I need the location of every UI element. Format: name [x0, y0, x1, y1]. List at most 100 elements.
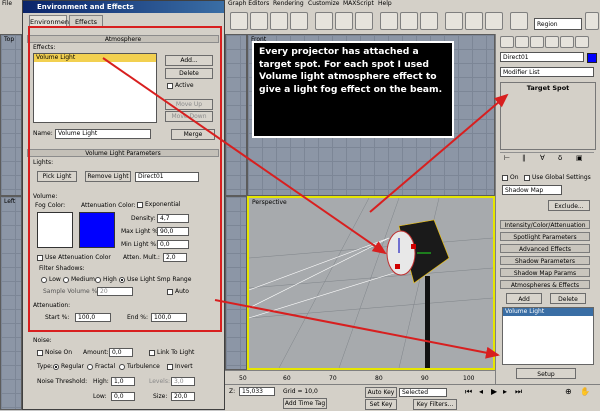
display-tab-icon[interactable] [560, 36, 574, 48]
turbulence-radio[interactable] [119, 364, 125, 370]
go-to-start-icon[interactable]: ⏮ [465, 388, 472, 396]
viewport-left[interactable]: Left [0, 196, 22, 410]
amount-label: Amount: [83, 349, 109, 356]
toolbar-button[interactable] [270, 12, 288, 30]
pan-icon[interactable]: ✋ [580, 388, 590, 396]
modify-tab-icon[interactable] [515, 36, 529, 48]
rollout-spotlight-params[interactable]: Spotlight Parameters [500, 232, 590, 241]
pin-stack-icon[interactable]: ⊢ [504, 154, 510, 162]
toolbar-button[interactable] [400, 12, 418, 30]
rollout-atmospheres-effects[interactable]: Atmospheres & Effects [500, 280, 590, 289]
motion-tab-icon[interactable] [545, 36, 559, 48]
link-to-light-label: Link To Light [157, 349, 195, 356]
stack-item-target-spot[interactable]: Target Spot [501, 83, 595, 93]
shadow-type-dropdown[interactable]: Shadow Map [502, 185, 562, 195]
spotlight-scene [249, 198, 493, 368]
grid-readout: Grid = 10,0 [283, 388, 318, 395]
set-key-button[interactable]: Set Key [365, 399, 397, 410]
menu-help[interactable]: Help [378, 0, 392, 8]
effects-list-item[interactable]: Volume Light [503, 308, 593, 316]
timeline[interactable]: 50 60 70 80 90 100 [225, 370, 495, 385]
toolbar-button[interactable] [465, 12, 483, 30]
rollout-shadow-map-params[interactable]: Shadow Map Params [500, 268, 590, 277]
next-frame-icon[interactable]: ▸ [503, 388, 507, 396]
command-panel: Direct01 Modifier List Target Spot ⊢ ∥ ∀… [495, 34, 600, 384]
timeline-tick: 80 [375, 375, 383, 382]
hierarchy-tab-icon[interactable] [530, 36, 544, 48]
play-icon[interactable]: ▶ [491, 388, 497, 396]
regular-radio[interactable] [53, 364, 59, 370]
toolbar-button[interactable] [485, 12, 503, 30]
setup-button[interactable]: Setup [516, 368, 576, 379]
toolbar-button[interactable] [315, 12, 333, 30]
turbulence-label: Turbulence [127, 363, 160, 370]
menu-file[interactable]: File [2, 0, 12, 8]
key-mode-dropdown[interactable]: Selected [399, 388, 447, 397]
dialog-title: Environment and Effects [23, 1, 224, 13]
menu-graph-editors[interactable]: Graph Editors [228, 0, 269, 8]
auto-key-button[interactable]: Auto Key [365, 387, 397, 398]
toolbar-button[interactable] [250, 12, 268, 30]
zoom-icon[interactable]: ⊕ [565, 388, 572, 396]
menu-customize[interactable]: Customize [308, 0, 340, 8]
high-threshold-field[interactable]: 1,0 [111, 377, 135, 386]
use-global-checkbox[interactable] [524, 175, 530, 181]
timeline-tick: 50 [239, 375, 247, 382]
remove-modifier-icon[interactable]: δ [558, 154, 562, 162]
viewport-top[interactable]: Top [0, 34, 22, 196]
toolbar-button[interactable] [445, 12, 463, 30]
add-time-tag-button[interactable]: Add Time Tag [283, 398, 327, 409]
shadows-on-label: On [510, 174, 519, 181]
size-field[interactable]: 20,0 [171, 392, 195, 401]
menu-rendering[interactable]: Rendering [273, 0, 304, 8]
toolbar-button[interactable] [420, 12, 438, 30]
toolbar-button[interactable] [335, 12, 353, 30]
toolbar-button[interactable] [355, 12, 373, 30]
go-to-end-icon[interactable]: ⏭ [515, 388, 522, 396]
use-global-label: Use Global Settings [532, 174, 591, 181]
object-color-swatch[interactable] [587, 53, 597, 63]
rollout-shadow-params[interactable]: Shadow Parameters [500, 256, 590, 265]
viewport-top-right-part[interactable] [225, 34, 247, 196]
noise-threshold-label: Noise Threshold: [37, 378, 88, 385]
amount-field[interactable]: 0,0 [109, 348, 133, 357]
key-filters-button[interactable]: Key Filters... [413, 399, 457, 410]
viewport-perspective[interactable]: Perspective [247, 196, 495, 370]
toolbar-button[interactable] [380, 12, 398, 30]
show-end-result-icon[interactable]: ∥ [522, 154, 526, 162]
toolbar-button[interactable] [230, 12, 248, 30]
viewport-left-right-part[interactable] [225, 196, 247, 370]
modifier-list-dropdown[interactable]: Modifier List [500, 67, 594, 77]
levels-field[interactable]: 3,0 [171, 377, 195, 386]
rollout-advanced-effects[interactable]: Advanced Effects [500, 244, 590, 253]
low-threshold-label: Low: [93, 393, 107, 400]
object-name-field[interactable]: Direct01 [500, 52, 584, 62]
toolbar-button[interactable] [510, 12, 528, 30]
create-tab-icon[interactable] [500, 36, 514, 48]
rollout-intensity[interactable]: Intensity/Color/Attenuation [500, 220, 590, 229]
menu-maxscript[interactable]: MAXScript [343, 0, 374, 8]
invert-checkbox[interactable] [167, 364, 173, 370]
effects-list[interactable]: Volume Light [502, 307, 594, 365]
configure-sets-icon[interactable]: ▣ [576, 154, 583, 162]
utilities-tab-icon[interactable] [575, 36, 589, 48]
noise-on-checkbox[interactable] [37, 350, 43, 356]
delete-effect-button[interactable]: Delete [550, 293, 586, 304]
link-to-light-checkbox[interactable] [149, 350, 155, 356]
exclude-button[interactable]: Exclude... [548, 200, 590, 211]
selection-region-dropdown[interactable]: Region [534, 18, 582, 30]
shadows-on-checkbox[interactable] [502, 175, 508, 181]
coordinate-z-field[interactable]: 15,033 [239, 387, 275, 396]
fractal-radio[interactable] [87, 364, 93, 370]
low-threshold-field[interactable]: 0,0 [111, 392, 135, 401]
toolbar-button[interactable] [290, 12, 308, 30]
viewport-label: Top [4, 36, 15, 43]
add-effect-button[interactable]: Add [506, 293, 542, 304]
fractal-label: Fractal [95, 363, 116, 370]
modifier-stack[interactable]: Target Spot [500, 82, 596, 150]
make-unique-icon[interactable]: ∀ [540, 154, 545, 162]
toolbar-button[interactable] [585, 12, 599, 30]
previous-frame-icon[interactable]: ◂ [479, 388, 483, 396]
stack-controls[interactable]: ⊢ ∥ ∀ δ ▣ [500, 152, 594, 163]
timeline-tick: 60 [283, 375, 291, 382]
